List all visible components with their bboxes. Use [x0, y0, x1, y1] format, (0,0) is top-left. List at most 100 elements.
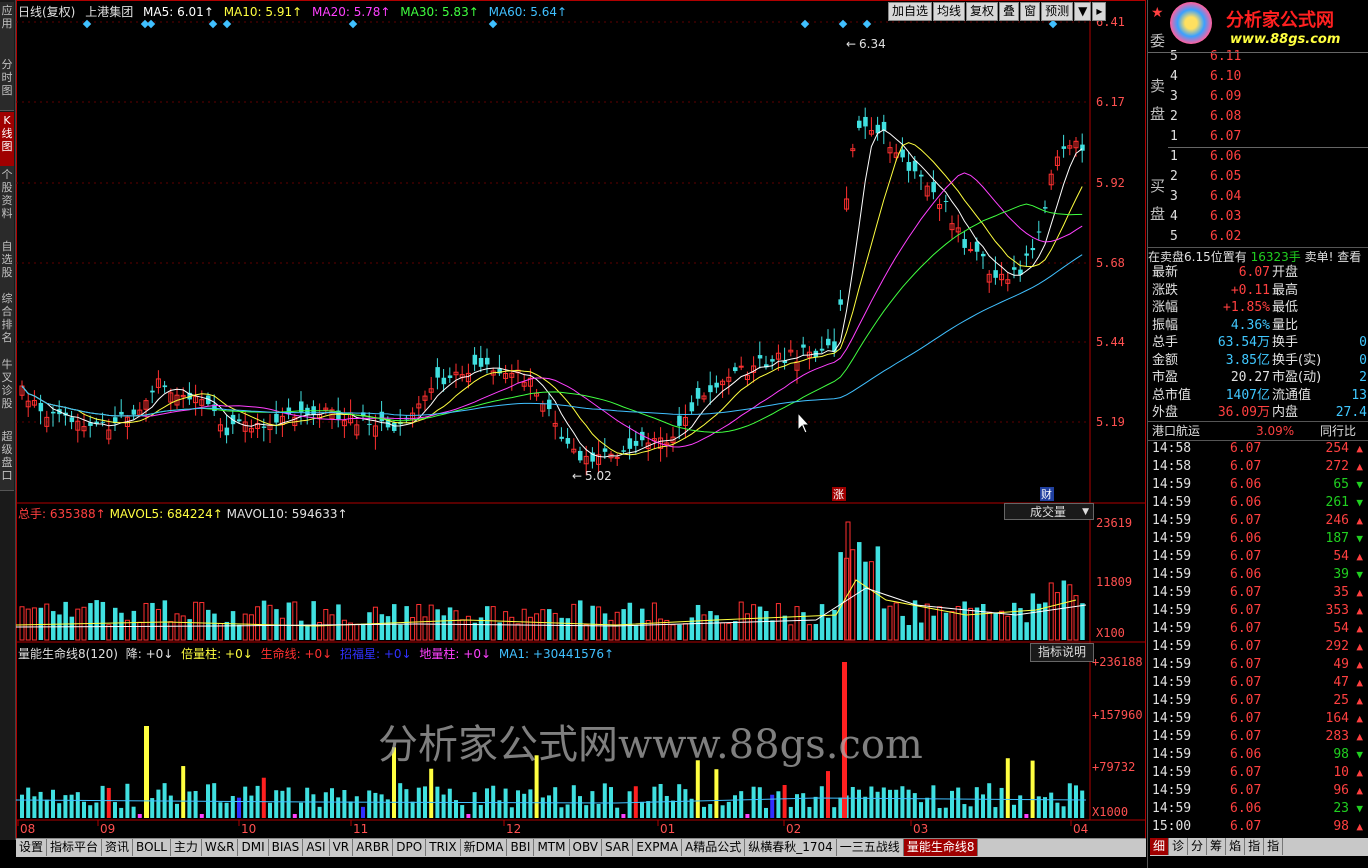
candle	[738, 365, 744, 368]
indicator-tab-3[interactable]: BOLL	[133, 839, 171, 856]
volume-bar	[775, 603, 781, 641]
indicator-tab-17[interactable]: SAR	[602, 839, 634, 856]
tick-price: 6.07	[1230, 549, 1262, 564]
quote-tab-6[interactable]: 指	[1264, 838, 1284, 855]
stat-key: 总手	[1152, 335, 1179, 350]
indicator-tab-1[interactable]: 指标平台	[47, 839, 103, 856]
indicator-tab-8[interactable]: ASI	[303, 839, 330, 856]
indicator-tab-19[interactable]: A精品公式	[682, 839, 746, 856]
indicator-legend: 量能生命线8(120) 降: +0↓ 倍量柱: +0↓ 生命线: +0↓ 招福星…	[18, 645, 614, 662]
indicator-tab-22[interactable]: 量能生命线8	[903, 839, 979, 856]
indicator-bar	[63, 795, 68, 818]
indicator-tab-12[interactable]: TRIX	[426, 839, 461, 856]
buy-level-3[interactable]: 3 6.04	[1148, 188, 1368, 206]
volume-bar	[329, 614, 335, 641]
left-tab-5[interactable]: 综合排名	[0, 290, 14, 357]
indicator-tab-20[interactable]: 纵横春秋_1704	[745, 839, 837, 856]
indicator-tab-11[interactable]: DPO	[393, 839, 427, 856]
indicator-part-4: 地量柱: +0↓	[415, 647, 492, 661]
sell-level-1[interactable]: 1 6.07	[1148, 128, 1368, 146]
tick-price: 6.07	[1230, 783, 1262, 798]
indicator-tab-14[interactable]: BBI	[507, 839, 535, 856]
indicator-tab-5[interactable]: W&R	[202, 839, 239, 856]
indicator-tab-4[interactable]: 主力	[171, 839, 202, 856]
indicator-help-button[interactable]: 指标说明	[1030, 643, 1094, 662]
indicator-part-1: 倍量柱: +0↓	[177, 647, 253, 661]
stat-row: 涨幅 +1.85% 最低	[1148, 299, 1368, 317]
indicator-bar	[212, 783, 217, 818]
indicator-bar	[770, 794, 775, 818]
indicator-tab-15[interactable]: MTM	[534, 839, 570, 856]
sell-level-2[interactable]: 2 6.08	[1148, 108, 1368, 126]
volume-bar	[69, 616, 75, 640]
volume-bar	[1054, 592, 1060, 641]
low-annotation: ←	[572, 469, 582, 483]
indicator-bar	[218, 802, 223, 818]
candle	[100, 421, 106, 423]
quote-tab-0[interactable]: 细	[1150, 838, 1170, 855]
buy-level-5[interactable]: 5 6.02	[1148, 228, 1368, 246]
zhang-label: 涨	[833, 488, 844, 501]
left-tab-3[interactable]: 个股资料	[0, 166, 14, 239]
left-tab-1[interactable]: 分时图	[0, 56, 14, 111]
left-tab-4[interactable]: 自选股	[0, 238, 14, 291]
buy-level-1[interactable]: 1 6.06	[1148, 148, 1368, 166]
sell-level-3[interactable]: 3 6.09	[1148, 88, 1368, 106]
indicator-tab-9[interactable]: VR	[330, 839, 354, 856]
buy-level-num: 2	[1170, 169, 1178, 184]
left-tab-2[interactable]: K线图	[0, 112, 14, 167]
volume-bar	[1012, 602, 1017, 640]
play-arrow-icon[interactable]: ▸	[1092, 2, 1107, 21]
toolbar-button-3[interactable]: 叠	[999, 2, 1020, 21]
indicator-tab-16[interactable]: OBV	[570, 839, 603, 856]
quote-tab-1[interactable]: 诊	[1169, 838, 1189, 855]
indicator-tab-18[interactable]: EXPMA	[633, 839, 683, 856]
quote-tab-3[interactable]: 筹	[1207, 838, 1227, 855]
sell-level-5[interactable]: 5 6.11	[1148, 48, 1368, 66]
toolbar-button-0[interactable]: 加自选	[888, 2, 933, 21]
volume-selector[interactable]: 成交量 ▼	[1004, 503, 1094, 520]
sector-row[interactable]: 港口航运 3.09% 同行比	[1148, 421, 1368, 441]
indicator-tab-13[interactable]: 新DMA	[461, 839, 508, 856]
month-label: 08	[20, 822, 35, 836]
stat-key-2: 量比	[1272, 317, 1299, 333]
quote-tab-4[interactable]: 焰	[1226, 838, 1246, 855]
left-tab-7[interactable]: 超级盘口	[0, 428, 14, 491]
indicator-tab-21[interactable]: 一三五战线	[837, 839, 904, 856]
toolbar-button-5[interactable]: 预测	[1041, 2, 1074, 21]
indicator-bar	[75, 792, 80, 818]
volume-bar	[441, 615, 447, 640]
candle	[559, 436, 564, 439]
left-tab-0[interactable]: 应用	[0, 2, 14, 57]
indicator-tab-10[interactable]: ARBR	[353, 839, 394, 856]
indicator-tab-2[interactable]: 资讯	[102, 839, 134, 856]
toolbar-button-1[interactable]: 均线	[933, 2, 966, 21]
peer-compare-button[interactable]: 同行比	[1320, 422, 1356, 440]
tick-time: 14:58	[1152, 441, 1192, 456]
quote-tab-5[interactable]: 指	[1245, 838, 1265, 855]
indicator-bar	[137, 814, 142, 818]
indicator-tab-7[interactable]: BIAS	[269, 839, 304, 856]
candle	[224, 427, 230, 436]
price-axis-label: 5.68	[1096, 256, 1125, 270]
toolbar-button-4[interactable]: 窗	[1020, 2, 1041, 21]
stat-value-2: 0	[1359, 352, 1367, 368]
sell-level-4[interactable]: 4 6.10	[1148, 68, 1368, 86]
left-tab-6[interactable]: 牛叉诊股	[0, 356, 14, 429]
volume-bar	[206, 609, 211, 640]
indicator-tab-6[interactable]: DMI	[238, 839, 269, 856]
month-label: 03	[913, 822, 928, 836]
signal-diamond	[1048, 19, 1058, 29]
indicator-bar	[689, 798, 694, 818]
tick-time: 14:59	[1152, 531, 1192, 546]
indicator-bar	[516, 790, 520, 818]
tick-volume: 246	[1325, 513, 1349, 528]
buy-level-4[interactable]: 4 6.03	[1148, 208, 1368, 226]
tick-price: 6.06	[1230, 495, 1262, 510]
volume-bar	[782, 615, 788, 640]
quote-tab-2[interactable]: 分	[1188, 838, 1208, 855]
indicator-tab-0[interactable]: 设置	[16, 839, 48, 856]
buy-level-2[interactable]: 2 6.05	[1148, 168, 1368, 186]
toolbar-button-2[interactable]: 复权	[966, 2, 999, 21]
menu-arrow-icon[interactable]: ▼	[1074, 2, 1092, 21]
